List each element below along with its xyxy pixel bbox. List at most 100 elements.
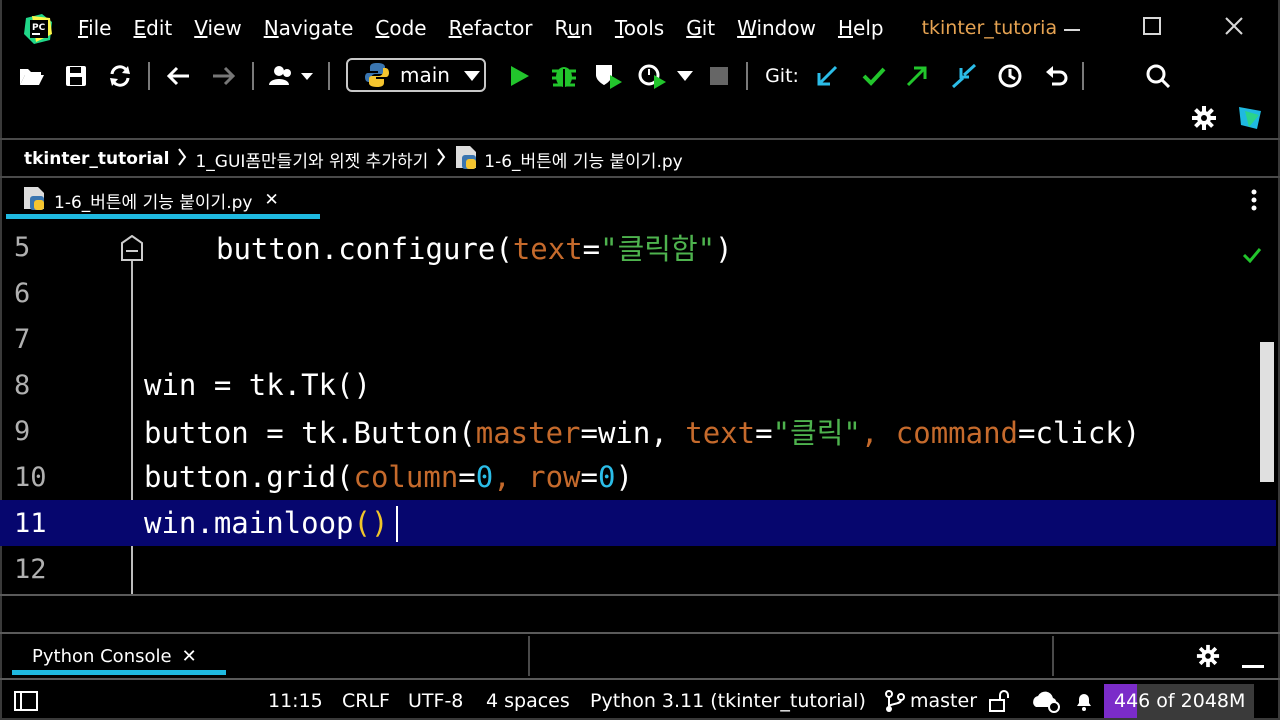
notifications-bell-icon[interactable] bbox=[1074, 682, 1094, 720]
divider bbox=[0, 594, 1280, 596]
memory-indicator[interactable]: 446 of 2048M bbox=[1104, 684, 1254, 718]
console-settings-gear-icon[interactable] bbox=[1196, 644, 1220, 672]
menu-item-text: indow bbox=[756, 16, 816, 40]
code-token: ) bbox=[615, 460, 633, 494]
editor-scrollbar-thumb[interactable] bbox=[1260, 342, 1274, 482]
menu-item-mnemonic: W bbox=[737, 16, 757, 40]
toolbar-separator bbox=[328, 62, 330, 90]
settings-gear-icon[interactable] bbox=[1190, 98, 1218, 138]
ai-assistant-icon[interactable] bbox=[1236, 98, 1264, 138]
line-number: 12 bbox=[14, 553, 47, 585]
git-branch-icon[interactable] bbox=[884, 682, 906, 720]
hide-panel-icon[interactable] bbox=[1242, 654, 1264, 673]
menu-item-mnemonic: N bbox=[263, 16, 279, 40]
menu-item[interactable]: Run bbox=[555, 16, 593, 40]
sync-icon[interactable] bbox=[106, 56, 134, 96]
file-encoding[interactable]: UTF-8 bbox=[408, 682, 463, 720]
git-commit-icon[interactable] bbox=[860, 56, 888, 96]
caret-position[interactable]: 11:15 bbox=[268, 682, 323, 720]
line-separator[interactable]: CRLF bbox=[342, 682, 390, 720]
menu-item[interactable]: Tools bbox=[615, 16, 664, 40]
line-number: 5 bbox=[14, 231, 31, 263]
menu-item-text: avigate bbox=[278, 16, 354, 40]
forward-arrow-icon[interactable] bbox=[210, 56, 238, 96]
menu-item[interactable]: Edit bbox=[133, 16, 172, 40]
code-line: 8 win = tk.Tk() bbox=[0, 362, 1276, 408]
menu-item-text: R bbox=[554, 16, 568, 40]
run-configuration-selector[interactable]: main bbox=[346, 58, 486, 92]
active-console-indicator bbox=[12, 670, 226, 675]
code-editor[interactable]: 5 button.configure(text="클릭함") 6 7 8 win… bbox=[0, 222, 1280, 596]
breadcrumb: tkinter_tutorial 1_GUI폼만들기와 위젯 추가하기 1-6_… bbox=[0, 140, 1280, 178]
menu-item[interactable]: File bbox=[78, 16, 111, 40]
code-line: 9 button = tk.Button(master=win, text="클… bbox=[0, 408, 1276, 454]
close-window-icon[interactable] bbox=[1224, 16, 1244, 42]
code-token: command bbox=[895, 416, 1018, 450]
stop-icon[interactable] bbox=[708, 56, 730, 96]
history-icon[interactable] bbox=[996, 56, 1024, 96]
profile-icon[interactable] bbox=[638, 56, 668, 96]
toolbar-separator bbox=[746, 62, 748, 90]
python-interpreter[interactable]: Python 3.11 (tkinter_tutorial) bbox=[590, 682, 866, 720]
menu-bar: PC File Edit View Navigate Code Refactor Run To… bbox=[0, 0, 1280, 56]
menu-item-text: ile bbox=[88, 16, 112, 40]
cloud-settings-icon[interactable] bbox=[1030, 682, 1062, 720]
vcs-user-icon[interactable] bbox=[266, 56, 316, 96]
line-number: 6 bbox=[14, 277, 31, 309]
menu-item[interactable]: Refactor bbox=[449, 16, 533, 40]
rollback-icon[interactable] bbox=[1042, 56, 1070, 96]
code-token: = bbox=[755, 416, 773, 450]
git-update-icon[interactable] bbox=[814, 56, 840, 96]
menu-item-mnemonic: E bbox=[133, 16, 147, 40]
code-token: () bbox=[353, 506, 389, 540]
breadcrumb-folder[interactable]: 1_GUI폼만들기와 위젯 추가하기 bbox=[195, 147, 428, 172]
menu-item[interactable]: View bbox=[194, 16, 241, 40]
git-compare-icon[interactable] bbox=[950, 56, 978, 96]
code-token: , bbox=[493, 460, 529, 494]
active-tab-indicator bbox=[6, 214, 320, 219]
menu-item[interactable]: Navigate bbox=[264, 16, 354, 40]
tab-actions-icon[interactable] bbox=[1246, 188, 1262, 216]
code-token: column bbox=[353, 460, 459, 494]
run-icon[interactable] bbox=[506, 56, 532, 96]
debug-icon[interactable] bbox=[550, 56, 578, 96]
code-token: text bbox=[685, 416, 756, 450]
close-console-icon[interactable]: ✕ bbox=[182, 646, 197, 667]
search-icon[interactable] bbox=[1144, 56, 1172, 96]
save-icon[interactable] bbox=[62, 56, 90, 96]
line-number: 11 bbox=[14, 507, 47, 539]
toggle-tool-windows-icon[interactable] bbox=[14, 682, 38, 720]
open-folder-icon[interactable] bbox=[18, 56, 46, 96]
maximize-icon[interactable] bbox=[1142, 16, 1162, 42]
menu-item[interactable]: Help bbox=[838, 16, 884, 40]
menu-item-text: n bbox=[580, 16, 593, 40]
code-token: "클릭" bbox=[772, 416, 861, 450]
close-tab-icon[interactable]: ✕ bbox=[264, 190, 278, 210]
code-token: =win, bbox=[580, 416, 686, 450]
coverage-icon[interactable] bbox=[594, 56, 624, 96]
breadcrumb-project[interactable]: tkinter_tutorial bbox=[24, 149, 169, 169]
git-branch[interactable]: master bbox=[910, 682, 977, 720]
divider bbox=[0, 678, 1280, 680]
breadcrumb-file[interactable]: 1-6_버튼에 기능 붙이기.py bbox=[484, 147, 682, 172]
line-number: 8 bbox=[14, 369, 31, 401]
fold-marker-icon[interactable] bbox=[120, 234, 144, 268]
menu-item[interactable]: Window bbox=[737, 16, 816, 40]
memory-text: 446 of 2048M bbox=[1114, 690, 1246, 712]
git-label: Git: bbox=[765, 65, 799, 87]
indent-setting[interactable]: 4 spaces bbox=[486, 682, 570, 720]
breadcrumb-separator-icon bbox=[436, 147, 446, 172]
toolbar-separator bbox=[148, 62, 150, 90]
lock-open-icon[interactable] bbox=[988, 682, 1012, 720]
code-line: 12 bbox=[0, 546, 1276, 592]
menu-item[interactable]: Code bbox=[375, 16, 426, 40]
menu-item[interactable]: Git bbox=[686, 16, 715, 40]
more-run-options-icon[interactable] bbox=[676, 56, 694, 96]
git-push-icon[interactable] bbox=[904, 56, 930, 96]
minimize-icon[interactable] bbox=[1062, 18, 1082, 44]
toolbar-separator bbox=[252, 62, 254, 90]
back-arrow-icon[interactable] bbox=[164, 56, 192, 96]
inspection-ok-icon[interactable] bbox=[1242, 236, 1262, 270]
pycharm-logo-icon[interactable]: PC bbox=[24, 14, 52, 44]
code-token: button.grid( bbox=[144, 460, 354, 494]
